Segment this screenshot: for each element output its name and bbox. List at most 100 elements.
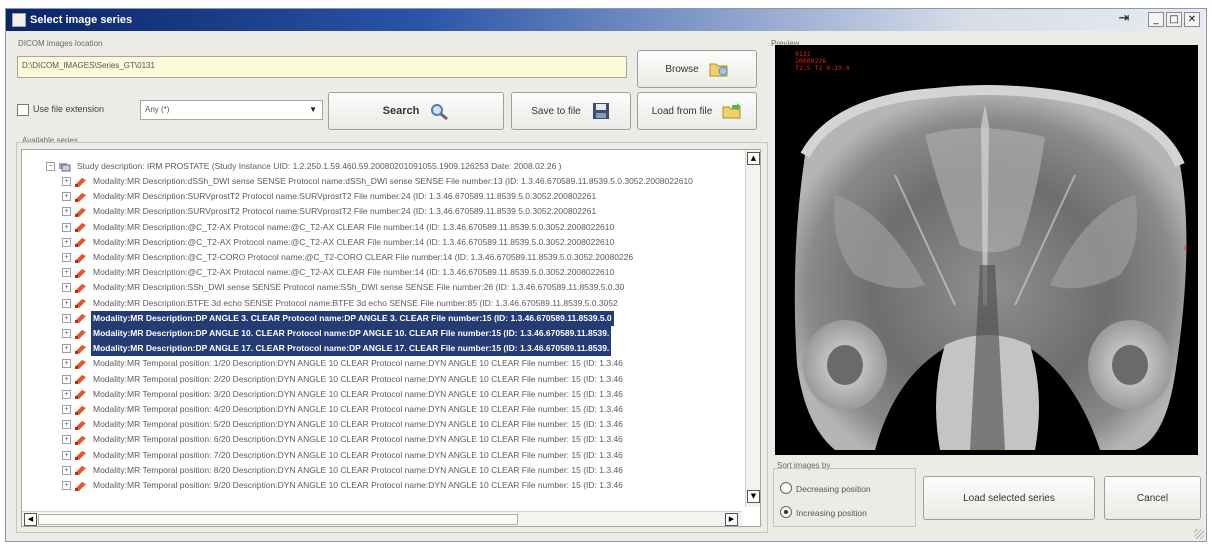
series-icon xyxy=(74,435,87,445)
cancel-label: Cancel xyxy=(1136,492,1169,504)
expand-icon[interactable]: + xyxy=(62,268,71,278)
expand-icon[interactable]: + xyxy=(62,420,71,430)
minimize-button[interactable]: _ xyxy=(1148,12,1164,27)
magnifier-icon xyxy=(429,102,449,121)
series-row[interactable]: + Modality:MR Temporal position: 3/20 Des… xyxy=(62,387,625,402)
series-label: Modality:MR Description:@C_T2-CORO Proto… xyxy=(93,252,634,262)
expand-icon[interactable]: + xyxy=(62,450,71,460)
cancel-button[interactable]: Cancel xyxy=(1104,476,1201,520)
series-row[interactable]: + Modality:MR Temporal position: 5/20 Des… xyxy=(62,417,625,432)
increasing-label: Increasing position xyxy=(796,508,867,518)
series-row[interactable]: + Modality:MR Description:SURVprostT2 Pro… xyxy=(62,189,598,204)
expand-icon[interactable]: + xyxy=(62,177,71,186)
series-icon xyxy=(74,207,87,217)
series-label: Modality:MR Description:@C_T2-AX Protoco… xyxy=(93,221,615,232)
preview-image: 0131 20080226 T2.5 T2 0.19.0 L xyxy=(775,45,1198,455)
study-icon xyxy=(58,162,71,172)
series-row[interactable]: + Modality:MR Description:@C_T2-AX Protoc… xyxy=(62,220,616,235)
expand-icon[interactable]: + xyxy=(62,465,71,475)
expand-icon[interactable]: + xyxy=(62,222,71,232)
expand-icon[interactable]: + xyxy=(62,253,71,262)
series-icon xyxy=(74,481,87,491)
series-row[interactable]: + Modality:MR Temporal position: 9/20 Des… xyxy=(62,478,625,493)
series-icon xyxy=(74,420,87,430)
save-to-file-button[interactable]: Save to file xyxy=(511,92,631,130)
scroll-left-button[interactable]: ◀ xyxy=(24,513,37,526)
collapse-icon[interactable]: − xyxy=(46,162,55,171)
series-tree[interactable]: − Study description: IRM PROSTATE (Study … xyxy=(21,149,761,527)
scroll-down-button[interactable]: ▼ xyxy=(747,490,760,503)
series-label: Modality:MR Temporal position: 5/20 Desc… xyxy=(93,419,623,430)
series-label: Modality:MR Description:SURVprostT2 Prot… xyxy=(93,191,597,202)
window-title: Select image series xyxy=(30,14,133,26)
expand-icon[interactable]: + xyxy=(62,298,71,308)
series-row[interactable]: + Modality:MR Temporal position: 7/20 Des… xyxy=(62,448,625,463)
expand-icon[interactable]: + xyxy=(62,435,71,445)
series-label: Modality:MR Description:BTFE 3d echo SEN… xyxy=(93,297,618,308)
series-row[interactable]: + Modality:MR Temporal position: 1/20 Des… xyxy=(62,356,625,371)
series-label: Modality:MR Temporal position: 9/20 Desc… xyxy=(93,480,623,490)
load-from-file-button[interactable]: Load from file xyxy=(637,92,757,130)
expand-icon[interactable]: + xyxy=(62,207,71,217)
expand-icon[interactable]: + xyxy=(62,359,71,369)
series-row[interactable]: + Modality:MR Description:SURVprostT2 Pro… xyxy=(62,204,598,219)
expand-icon[interactable]: + xyxy=(62,237,71,247)
series-row[interactable]: + Modality:MR Temporal position: 4/20 Des… xyxy=(62,402,625,417)
series-row[interactable]: + Modality:MR Description:@C_T2-AX Protoc… xyxy=(62,235,616,250)
overlay-line: T2.5 T2 0.19.0 xyxy=(795,64,850,72)
title-bar[interactable]: Select image series ⇥ _ □ ✕ xyxy=(6,9,1206,31)
expand-icon[interactable]: + xyxy=(62,192,71,202)
expand-icon[interactable]: + xyxy=(62,329,71,338)
use-extension-checkbox[interactable] xyxy=(17,104,29,116)
maximize-button[interactable]: □ xyxy=(1166,12,1182,27)
expand-icon[interactable]: + xyxy=(62,344,71,354)
series-label: Modality:MR Description:DP ANGLE 17. CLE… xyxy=(91,341,612,357)
extension-select[interactable]: Any (*) ▼ xyxy=(140,100,323,120)
search-label: Search xyxy=(382,105,420,117)
expand-icon[interactable]: + xyxy=(62,313,71,323)
series-label: Modality:MR Description:@C_T2-AX Protoco… xyxy=(93,267,615,278)
tree-vertical-scrollbar[interactable]: ▲ ▼ xyxy=(745,150,760,507)
expand-icon[interactable]: + xyxy=(62,374,71,384)
resize-grip[interactable] xyxy=(1194,529,1204,539)
load-label: Load from file xyxy=(651,105,713,117)
series-row[interactable]: + Modality:MR Description:DP ANGLE 17. CL… xyxy=(62,341,612,357)
use-extension-label: Use file extension xyxy=(33,104,105,114)
series-icon xyxy=(74,298,87,309)
study-description: Study description: IRM PROSTATE (Study I… xyxy=(77,161,562,171)
series-row[interactable]: + Modality:MR Description:DP ANGLE 3. CLE… xyxy=(62,310,614,326)
decreasing-radio[interactable] xyxy=(780,482,792,494)
series-icon xyxy=(74,389,87,400)
search-button[interactable]: Search xyxy=(328,92,504,130)
increasing-radio[interactable] xyxy=(780,506,792,518)
series-row[interactable]: + Modality:MR Description:@C_T2-AX Protoc… xyxy=(62,265,616,280)
open-folder-icon xyxy=(722,102,742,120)
mri-scan-image xyxy=(775,45,1198,455)
scroll-up-button[interactable]: ▲ xyxy=(747,152,760,165)
horizontal-scroll-thumb[interactable] xyxy=(38,514,518,525)
expand-icon[interactable]: + xyxy=(62,481,71,490)
series-row[interactable]: + Modality:MR Description:dSSh_DWI sense … xyxy=(62,174,695,189)
tree-horizontal-scrollbar[interactable]: ◀ ▶ xyxy=(22,511,742,526)
series-row[interactable]: + Modality:MR Temporal position: 2/20 Des… xyxy=(62,372,625,387)
series-row[interactable]: + Modality:MR Temporal position: 8/20 Des… xyxy=(62,463,625,478)
series-row[interactable]: + Modality:MR Description:SSh_DWI sense S… xyxy=(62,280,626,295)
scroll-right-button[interactable]: ▶ xyxy=(725,513,738,526)
series-row[interactable]: + Modality:MR Temporal position: 6/20 Des… xyxy=(62,432,625,447)
expand-icon[interactable]: + xyxy=(62,405,71,414)
series-icon xyxy=(74,177,87,187)
expand-icon[interactable]: + xyxy=(62,389,71,399)
series-row[interactable]: + Modality:MR Description:BTFE 3d echo SE… xyxy=(62,296,620,311)
select-series-window: Select image series ⇥ _ □ ✕ DICOM images… xyxy=(5,8,1207,542)
close-button[interactable]: ✕ xyxy=(1184,12,1200,27)
study-node[interactable]: − Study description: IRM PROSTATE (Study … xyxy=(46,159,564,174)
series-row[interactable]: + Modality:MR Description:@C_T2-CORO Prot… xyxy=(62,250,635,265)
load-selected-label: Load selected series xyxy=(963,492,1055,504)
pin-icon[interactable]: ⇥ xyxy=(1116,12,1132,27)
load-selected-series-button[interactable]: Load selected series xyxy=(923,476,1095,520)
series-row[interactable]: + Modality:MR Description:DP ANGLE 10. CL… xyxy=(62,326,612,341)
dicom-path-field[interactable]: D:\DICOM_IMAGES\Series_GT\0131 xyxy=(17,56,627,78)
expand-icon[interactable]: + xyxy=(62,283,71,293)
decreasing-label: Decreasing position xyxy=(796,484,871,494)
browse-button[interactable]: Browse xyxy=(637,50,757,88)
